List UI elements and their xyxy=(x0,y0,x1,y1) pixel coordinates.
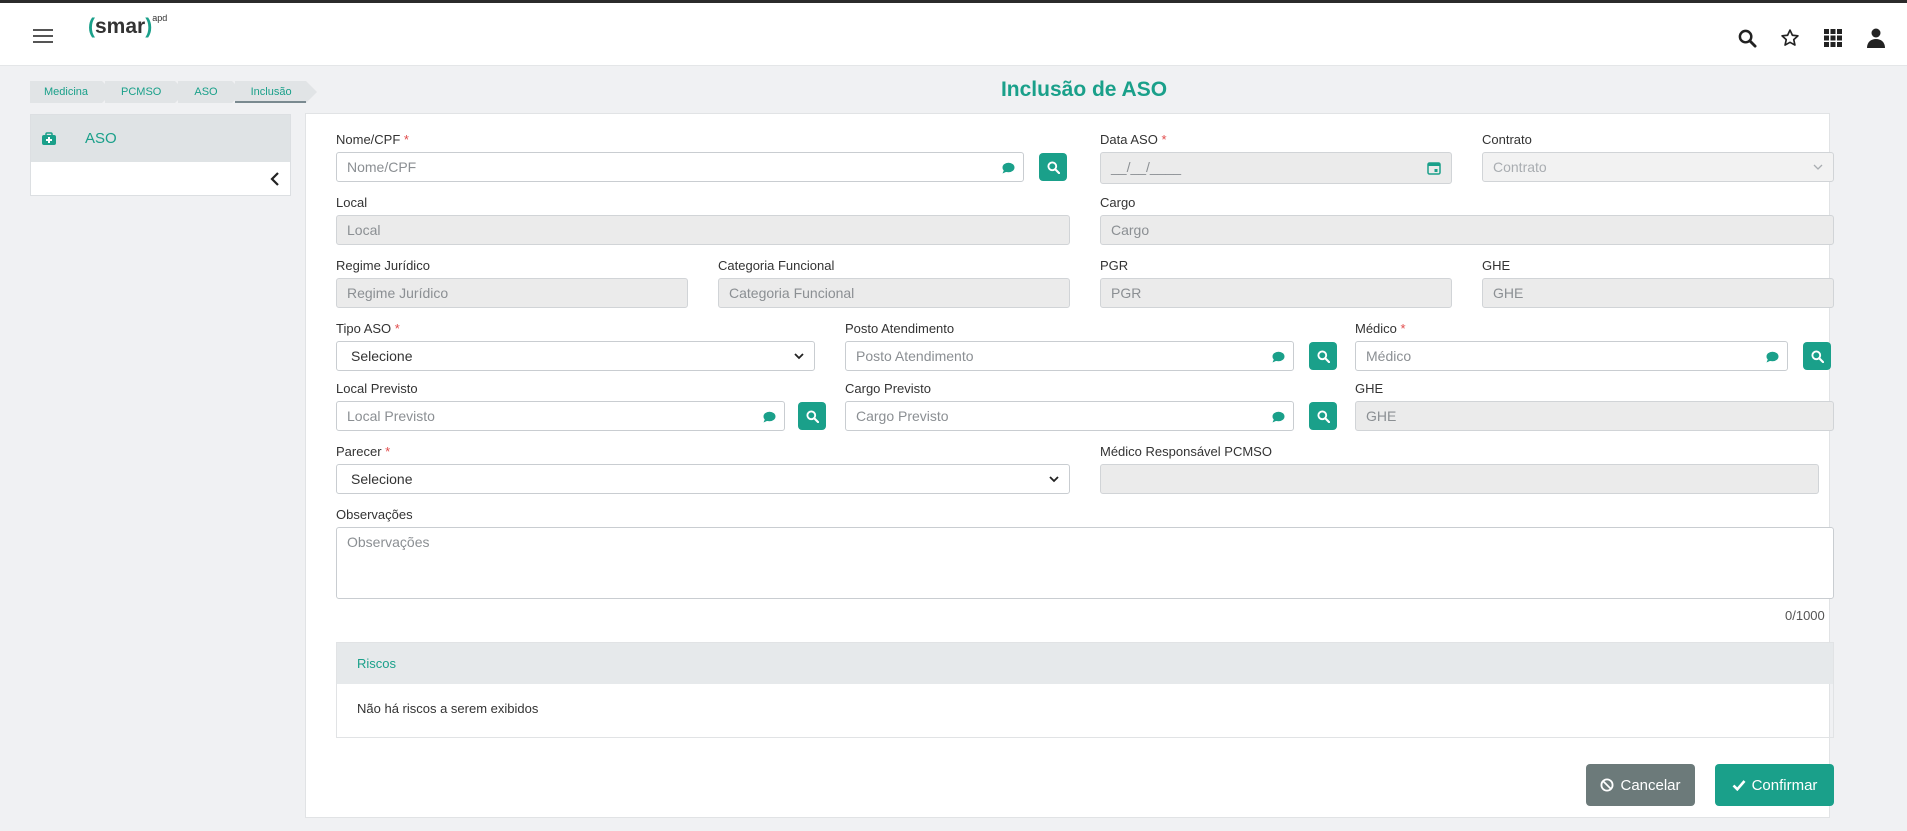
breadcrumb-item-pcmso[interactable]: PCMSO xyxy=(105,81,187,103)
parecer-select[interactable]: Selecione xyxy=(336,464,1070,494)
medico-search-button[interactable] xyxy=(1803,342,1831,370)
parecer-label: Parecer * xyxy=(336,444,391,459)
cancel-button-label: Cancelar xyxy=(1620,776,1681,794)
pgr-label: PGR xyxy=(1100,258,1129,273)
calendar-icon[interactable] xyxy=(1427,161,1441,175)
chat-icon xyxy=(1002,162,1015,174)
cargo-previsto-input[interactable]: Cargo Previsto xyxy=(845,401,1294,431)
sidebar-item-label: ASO xyxy=(85,130,117,147)
medical-case-icon xyxy=(42,131,56,145)
nome-cpf-label: Nome/CPF * xyxy=(336,132,409,147)
observacoes-textarea[interactable]: Observações xyxy=(336,527,1834,599)
categoria-funcional-input[interactable]: Categoria Funcional xyxy=(718,278,1070,308)
medico-responsavel-label: Médico Responsável PCMSO xyxy=(1100,444,1272,459)
search-icon xyxy=(1316,409,1330,423)
medico-responsavel-input[interactable] xyxy=(1100,464,1819,494)
tipo-aso-select[interactable]: Selecione xyxy=(336,341,815,371)
search-icon xyxy=(1316,349,1330,363)
regime-juridico-input[interactable]: Regime Jurídico xyxy=(336,278,688,308)
ban-icon xyxy=(1600,778,1614,792)
nome-cpf-input[interactable]: Nome/CPF xyxy=(336,152,1024,182)
chat-icon xyxy=(763,411,776,423)
data-aso-label: Data ASO * xyxy=(1100,132,1167,147)
riscos-title[interactable]: Riscos xyxy=(337,643,1833,684)
ghe-label: GHE xyxy=(1482,258,1511,273)
app-logo[interactable]: (smar)apd xyxy=(88,13,167,39)
tipo-aso-label: Tipo ASO * xyxy=(336,321,400,336)
cargo-previsto-search-button[interactable] xyxy=(1309,402,1337,430)
sidebar: ASO xyxy=(30,114,291,196)
search-icon xyxy=(805,409,819,423)
char-counter: 0/1000 xyxy=(1785,608,1825,623)
contrato-label: Contrato xyxy=(1482,132,1532,147)
local-input[interactable]: Local xyxy=(336,215,1070,245)
check-icon xyxy=(1732,780,1746,791)
cargo-input[interactable]: Cargo xyxy=(1100,215,1834,245)
search-icon[interactable] xyxy=(1736,27,1758,49)
top-bar: (smar)apd xyxy=(0,0,1907,66)
medico-label: Médico * xyxy=(1355,321,1406,336)
sidebar-item-aso[interactable]: ASO xyxy=(31,115,290,162)
star-icon[interactable] xyxy=(1779,27,1801,49)
search-icon xyxy=(1810,349,1824,363)
observacoes-label: Observações xyxy=(336,507,413,522)
breadcrumb-item-inclusao[interactable]: Inclusão xyxy=(234,81,317,103)
chevron-down-icon xyxy=(1813,164,1823,170)
chat-icon xyxy=(1766,351,1779,363)
nome-cpf-search-button[interactable] xyxy=(1039,153,1067,181)
data-aso-input[interactable]: __/__/____ xyxy=(1100,152,1452,184)
cargo-label: Cargo xyxy=(1100,195,1136,210)
posto-atendimento-input[interactable]: Posto Atendimento xyxy=(845,341,1294,371)
posto-atendimento-search-button[interactable] xyxy=(1309,342,1337,370)
search-icon xyxy=(1046,160,1060,174)
ghe-previsto-input[interactable]: GHE xyxy=(1355,401,1834,431)
chevron-down-icon xyxy=(1049,476,1059,483)
contrato-select[interactable]: Contrato xyxy=(1482,152,1834,182)
confirm-button-label: Confirmar xyxy=(1751,776,1818,794)
chat-icon xyxy=(1272,411,1285,423)
user-icon[interactable] xyxy=(1865,27,1887,49)
chevron-down-icon xyxy=(794,353,804,360)
regime-juridico-label: Regime Jurídico xyxy=(336,258,430,273)
categoria-funcional-label: Categoria Funcional xyxy=(718,258,835,273)
ghe-input[interactable]: GHE xyxy=(1482,278,1834,308)
cargo-previsto-label: Cargo Previsto xyxy=(845,381,931,396)
local-label: Local xyxy=(336,195,368,210)
breadcrumb: Medicina PCMSO ASO Inclusão xyxy=(30,81,317,103)
local-previsto-input[interactable]: Local Previsto xyxy=(336,401,785,431)
menu-icon[interactable] xyxy=(33,29,53,43)
ghe-previsto-label: GHE xyxy=(1355,381,1384,396)
local-previsto-label: Local Previsto xyxy=(336,381,418,396)
cancel-button[interactable]: Cancelar xyxy=(1586,764,1695,806)
apps-grid-icon[interactable] xyxy=(1822,27,1844,49)
chat-icon xyxy=(1272,351,1285,363)
confirm-button[interactable]: Confirmar xyxy=(1715,764,1834,806)
medico-input[interactable]: Médico xyxy=(1355,341,1788,371)
riscos-panel: Riscos Não há riscos a serem exibidos xyxy=(336,642,1834,738)
riscos-empty-message: Não há riscos a serem exibidos xyxy=(357,701,539,716)
posto-atendimento-label: Posto Atendimento xyxy=(845,321,955,336)
page-title: Inclusão de ASO xyxy=(1000,78,1168,101)
chevron-left-icon[interactable] xyxy=(268,171,282,187)
pgr-input[interactable]: PGR xyxy=(1100,278,1452,308)
breadcrumb-item-medicina[interactable]: Medicina xyxy=(30,81,114,103)
local-previsto-search-button[interactable] xyxy=(798,402,826,430)
